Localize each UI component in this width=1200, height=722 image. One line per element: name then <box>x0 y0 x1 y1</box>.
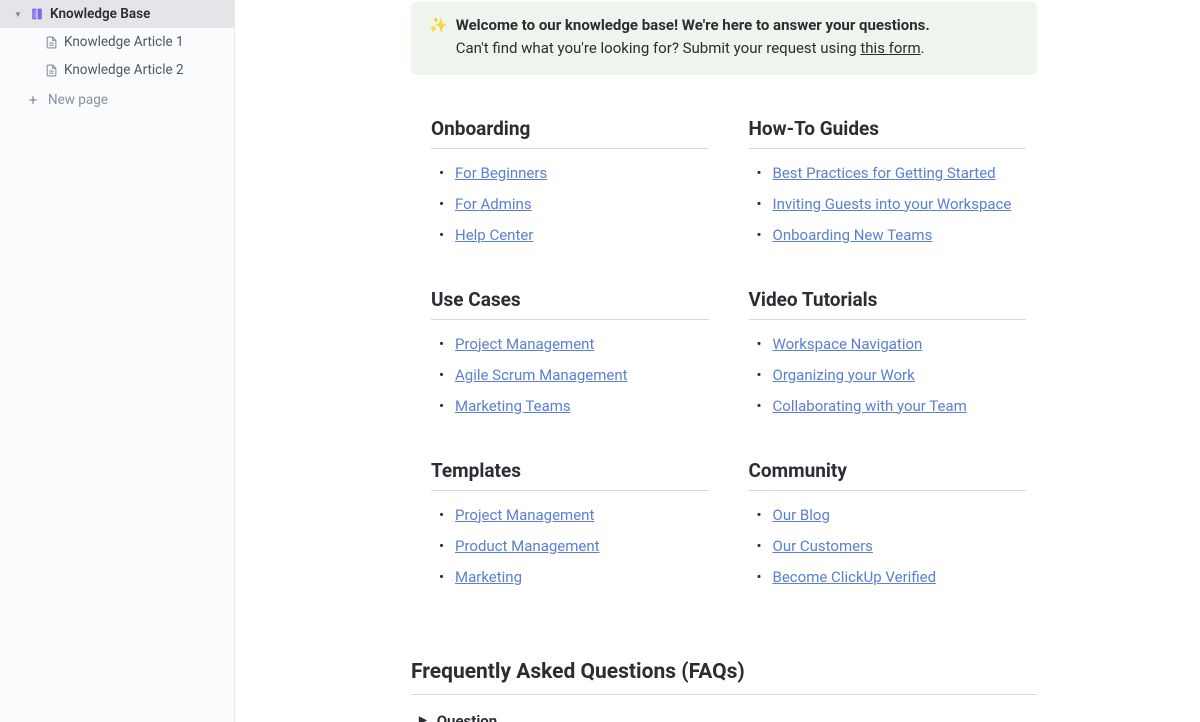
link-for-beginners[interactable]: For Beginners <box>455 164 547 182</box>
new-page-button[interactable]: + New page <box>0 86 234 114</box>
list-item: Help Center <box>437 225 709 246</box>
section-howto: How-To Guides Best Practices for Getting… <box>749 117 1027 246</box>
sidebar-item-article-1[interactable]: Knowledge Article 1 <box>0 28 234 56</box>
faq-title: Frequently Asked Questions (FAQs) <box>411 660 1037 695</box>
section-templates: Templates Project Management Product Man… <box>431 459 709 588</box>
chevron-down-icon[interactable]: ▼ <box>12 10 24 19</box>
sidebar-item-knowledge-base[interactable]: ▼ Knowledge Base <box>0 0 234 28</box>
sidebar-child-label: Knowledge Article 1 <box>64 34 184 50</box>
link-template-product[interactable]: Product Management <box>455 537 600 555</box>
sidebar-root-label: Knowledge Base <box>50 6 150 22</box>
link-best-practices[interactable]: Best Practices for Getting Started <box>773 164 996 182</box>
section-title: Use Cases <box>431 288 709 320</box>
section-use-cases: Use Cases Project Management Agile Scrum… <box>431 288 709 417</box>
section-onboarding: Onboarding For Beginners For Admins Help… <box>431 117 709 246</box>
sidebar-item-article-2[interactable]: Knowledge Article 2 <box>0 56 234 84</box>
banner-text: Can't find what you're looking for? Subm… <box>456 39 861 57</box>
list-item: Project Management <box>437 505 709 526</box>
link-template-pm[interactable]: Project Management <box>455 506 594 524</box>
link-become-verified[interactable]: Become ClickUp Verified <box>773 568 937 586</box>
link-onboarding-teams[interactable]: Onboarding New Teams <box>773 226 933 244</box>
banner-form-link[interactable]: this form <box>860 39 920 57</box>
link-help-center[interactable]: Help Center <box>455 226 533 244</box>
section-community: Community Our Blog Our Customers Become … <box>749 459 1027 588</box>
list-item: Our Blog <box>755 505 1027 526</box>
link-for-admins[interactable]: For Admins <box>455 195 532 213</box>
list-item: Organizing your Work <box>755 365 1027 386</box>
faq-item[interactable]: ▶ Question <box>411 707 1037 722</box>
link-marketing-teams[interactable]: Marketing Teams <box>455 397 571 415</box>
sparkle-icon: ✨ <box>429 14 448 61</box>
list-item: For Beginners <box>437 163 709 184</box>
sidebar: ▼ Knowledge Base Knowledge Article 1 Kno… <box>0 0 235 722</box>
list-item: Agile Scrum Management <box>437 365 709 386</box>
link-project-management[interactable]: Project Management <box>455 335 594 353</box>
sidebar-child-label: Knowledge Article 2 <box>64 62 184 78</box>
triangle-right-icon: ▶ <box>419 715 427 722</box>
list-item: Workspace Navigation <box>755 334 1027 355</box>
list-item: Inviting Guests into your Workspace <box>755 194 1027 215</box>
faq-item-label: Question <box>437 712 497 722</box>
list-item: Onboarding New Teams <box>755 225 1027 246</box>
section-title: Community <box>749 459 1027 491</box>
welcome-banner: ✨ Welcome to our knowledge base! We're h… <box>411 2 1037 75</box>
link-organizing-work[interactable]: Organizing your Work <box>773 366 915 384</box>
link-workspace-nav[interactable]: Workspace Navigation <box>773 335 923 353</box>
main-content: ✨ Welcome to our knowledge base! We're h… <box>235 0 1200 722</box>
book-icon <box>30 7 44 21</box>
plus-icon: + <box>26 93 40 107</box>
list-item: Product Management <box>437 536 709 557</box>
section-title: How-To Guides <box>749 117 1027 149</box>
list-item: Marketing Teams <box>437 396 709 417</box>
section-faq: Frequently Asked Questions (FAQs) ▶ Ques… <box>411 660 1037 722</box>
section-title: Onboarding <box>431 117 709 149</box>
new-page-label: New page <box>48 92 108 108</box>
list-item: Collaborating with your Team <box>755 396 1027 417</box>
list-item: Project Management <box>437 334 709 355</box>
section-title: Video Tutorials <box>749 288 1027 320</box>
link-collaborating[interactable]: Collaborating with your Team <box>773 397 967 415</box>
banner-text-end: . <box>921 39 925 57</box>
link-template-marketing[interactable]: Marketing <box>455 568 522 586</box>
section-title: Templates <box>431 459 709 491</box>
link-our-blog[interactable]: Our Blog <box>773 506 830 524</box>
section-video: Video Tutorials Workspace Navigation Org… <box>749 288 1027 417</box>
list-item: Become ClickUp Verified <box>755 567 1027 588</box>
list-item: Best Practices for Getting Started <box>755 163 1027 184</box>
link-inviting-guests[interactable]: Inviting Guests into your Workspace <box>773 195 1012 213</box>
document-icon <box>44 63 58 77</box>
banner-title: Welcome to our knowledge base! We're her… <box>456 16 930 34</box>
list-item: For Admins <box>437 194 709 215</box>
document-icon <box>44 35 58 49</box>
list-item: Our Customers <box>755 536 1027 557</box>
link-our-customers[interactable]: Our Customers <box>773 537 873 555</box>
list-item: Marketing <box>437 567 709 588</box>
link-agile-scrum[interactable]: Agile Scrum Management <box>455 366 628 384</box>
